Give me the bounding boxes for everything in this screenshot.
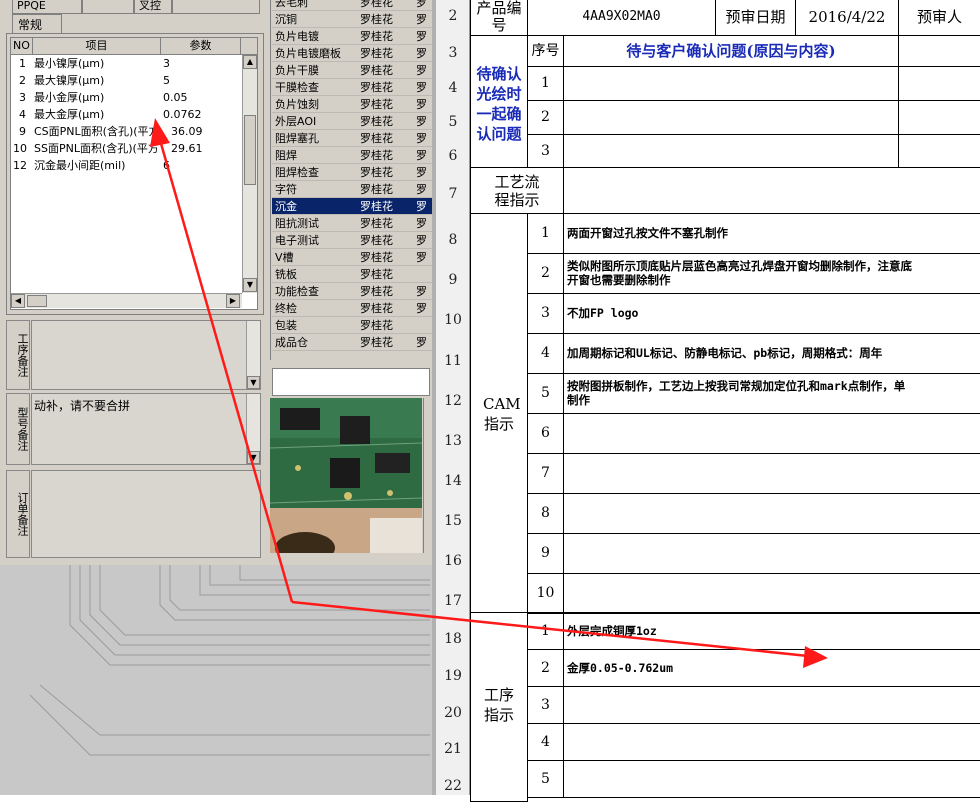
arrow-to-gold-thickness <box>291 600 809 658</box>
arrowhead-right-icon <box>803 646 828 668</box>
arrowhead-up-icon <box>150 118 170 147</box>
arrow-to-parameter <box>158 139 294 603</box>
annotation-arrows <box>150 118 828 668</box>
